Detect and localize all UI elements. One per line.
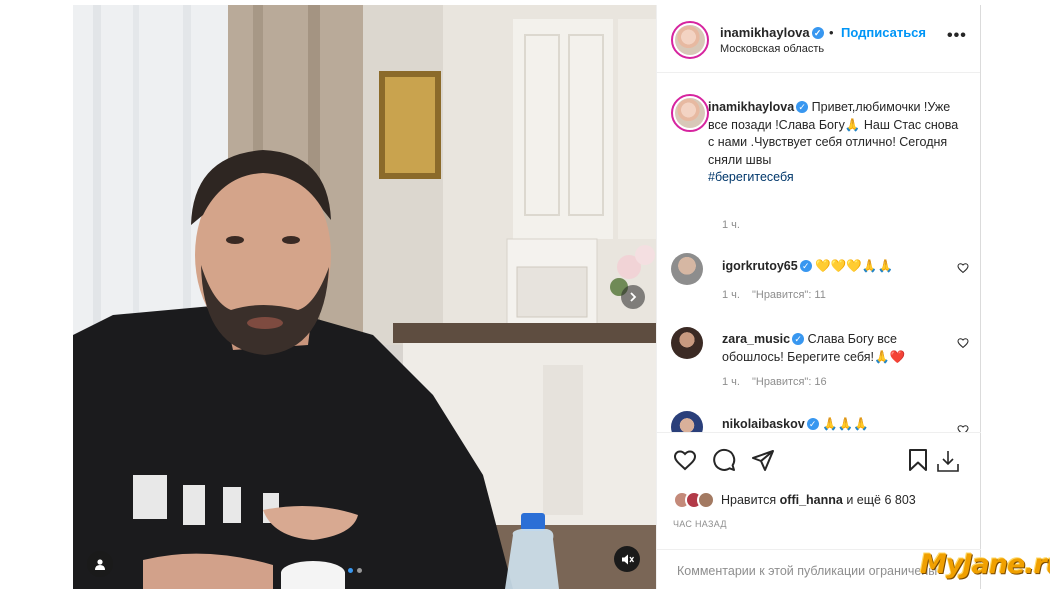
verified-badge-icon: ✓	[799, 260, 812, 272]
verified-badge-icon: ✓	[806, 418, 819, 430]
comment-meta: 1 ч. "Нравится": 16	[722, 376, 827, 388]
post-timestamp[interactable]: ЧАС НАЗАД	[673, 519, 727, 529]
header-separator: •	[829, 25, 834, 40]
comment-time[interactable]: 1 ч.	[722, 289, 740, 301]
download-icon[interactable]	[935, 448, 961, 474]
speaker-muted-icon	[621, 554, 634, 564]
share-paper-plane-icon[interactable]	[751, 448, 775, 472]
verified-badge-icon: ✓	[796, 101, 809, 113]
post-header: inamikhaylova ✓ • Подписаться Московская …	[657, 5, 980, 73]
watermark-logo: MyJane.ru	[920, 549, 1050, 580]
author-username[interactable]: inamikhaylova ✓	[720, 25, 824, 40]
comment-item: nikolaibaskov ✓ 🙏🙏🙏	[722, 415, 947, 432]
comment-like-heart-icon[interactable]	[957, 424, 969, 432]
save-bookmark-icon[interactable]	[907, 448, 929, 472]
carousel-dot-active	[348, 568, 353, 573]
comment-item: igorkrutoy65 ✓ 💛💛💛🙏🙏	[722, 257, 947, 275]
comment-username[interactable]: zara_music	[722, 332, 790, 346]
post-photo[interactable]	[73, 5, 656, 589]
comment-avatar-zara-music[interactable]	[671, 327, 703, 359]
comment-meta: 1 ч. "Нравится": 11	[722, 289, 826, 301]
comment-time[interactable]: 1 ч.	[722, 376, 740, 388]
carousel-dot	[357, 568, 362, 573]
comment-username[interactable]: nikolaibaskov	[722, 417, 805, 431]
follow-button[interactable]: Подписаться	[841, 25, 926, 40]
comment-like-heart-icon[interactable]	[957, 262, 969, 274]
comment-likes-count[interactable]: "Нравится": 11	[752, 289, 826, 301]
likes-user[interactable]: offi_hanna	[780, 493, 843, 507]
chevron-right-icon	[630, 292, 637, 302]
comment-username[interactable]: igorkrutoy65	[722, 259, 798, 273]
comment-avatar-nikolaibaskov[interactable]	[671, 411, 703, 432]
comments-section[interactable]: inamikhaylova ✓ Привет,любимочки !Уже все…	[657, 74, 981, 432]
comment-item: zara_music ✓ Слава Богу все обошлось! Бер…	[722, 330, 947, 366]
caption-username[interactable]: inamikhaylova	[708, 100, 794, 114]
comment-text: 💛💛💛🙏🙏	[815, 259, 894, 273]
verified-badge-icon: ✓	[792, 333, 805, 345]
caption-time[interactable]: 1 ч.	[722, 219, 740, 231]
user-icon	[95, 559, 105, 570]
comment-likes-count[interactable]: "Нравится": 16	[752, 376, 827, 388]
post-location[interactable]: Московская область	[720, 43, 824, 55]
carousel-next-button[interactable]	[621, 285, 645, 309]
page: inamikhaylova ✓ • Подписаться Московская …	[0, 0, 1050, 590]
photo-illustration	[73, 5, 656, 589]
like-heart-icon[interactable]	[673, 448, 697, 472]
caption-text: inamikhaylova ✓ Привет,любимочки !Уже все…	[708, 99, 963, 187]
comments-restricted-notice: Комментарии к этой публикации ограничены	[677, 564, 938, 578]
author-avatar[interactable]	[671, 21, 709, 59]
more-options-icon[interactable]: •••	[947, 27, 967, 45]
carousel-indicator	[348, 568, 362, 573]
comment-bubble-icon[interactable]	[712, 448, 736, 472]
comment-like-heart-icon[interactable]	[957, 337, 969, 349]
likes-summary[interactable]: Нравится offi_hanna и ещё 6 803	[673, 491, 916, 509]
tagged-users-button[interactable]	[87, 551, 113, 577]
verified-badge-icon: ✓	[811, 27, 824, 39]
liker-avatar	[697, 491, 715, 509]
likes-text: Нравится offi_hanna и ещё 6 803	[721, 493, 916, 507]
comment-avatar-igorkrutoy65[interactable]	[671, 253, 703, 285]
caption-avatar[interactable]	[671, 94, 709, 132]
comment-text: 🙏🙏🙏	[822, 417, 869, 431]
post-side-panel: inamikhaylova ✓ • Подписаться Московская …	[656, 5, 981, 589]
caption-hashtag[interactable]: #берегитесебя	[708, 170, 794, 184]
mute-button[interactable]	[614, 546, 640, 572]
